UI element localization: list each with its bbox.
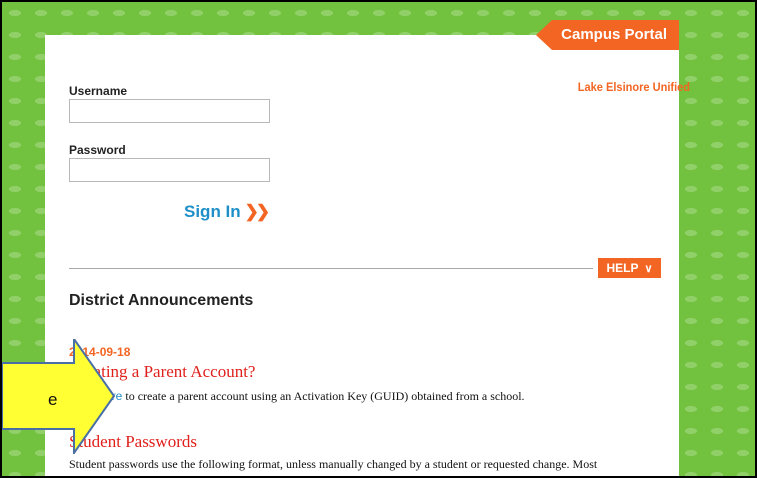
- password-label: Password: [69, 143, 126, 157]
- username-input[interactable]: [69, 99, 270, 123]
- cutoff-text: [69, 472, 489, 476]
- callout-text: e: [48, 390, 57, 409]
- double-chevron-right-icon: ❯❯: [244, 202, 270, 221]
- password-input[interactable]: [69, 158, 270, 182]
- help-button[interactable]: HELP ∨: [598, 258, 661, 278]
- announcements-title: District Announcements: [69, 292, 254, 309]
- campus-portal-tab: Campus Portal: [536, 20, 679, 50]
- page-background: Campus Portal Lake Elsinore Unified User…: [0, 0, 757, 478]
- announcement-text: to create a parent account using an Acti…: [122, 389, 525, 403]
- username-label: Username: [69, 84, 128, 98]
- help-label: HELP: [606, 261, 639, 275]
- district-name: Lake Elsinore Unified: [577, 80, 690, 94]
- divider: [69, 268, 593, 269]
- announcement-body-parent-account: Click here to create a parent account us…: [69, 389, 525, 404]
- chevron-down-icon: ∨: [644, 263, 653, 275]
- sign-in-label: Sign In: [184, 202, 241, 221]
- callout-arrow: e: [2, 339, 116, 454]
- announcement-body-student-passwords: Student passwords use the following form…: [69, 457, 598, 471]
- sign-in-button[interactable]: Sign In ❯❯: [184, 202, 270, 222]
